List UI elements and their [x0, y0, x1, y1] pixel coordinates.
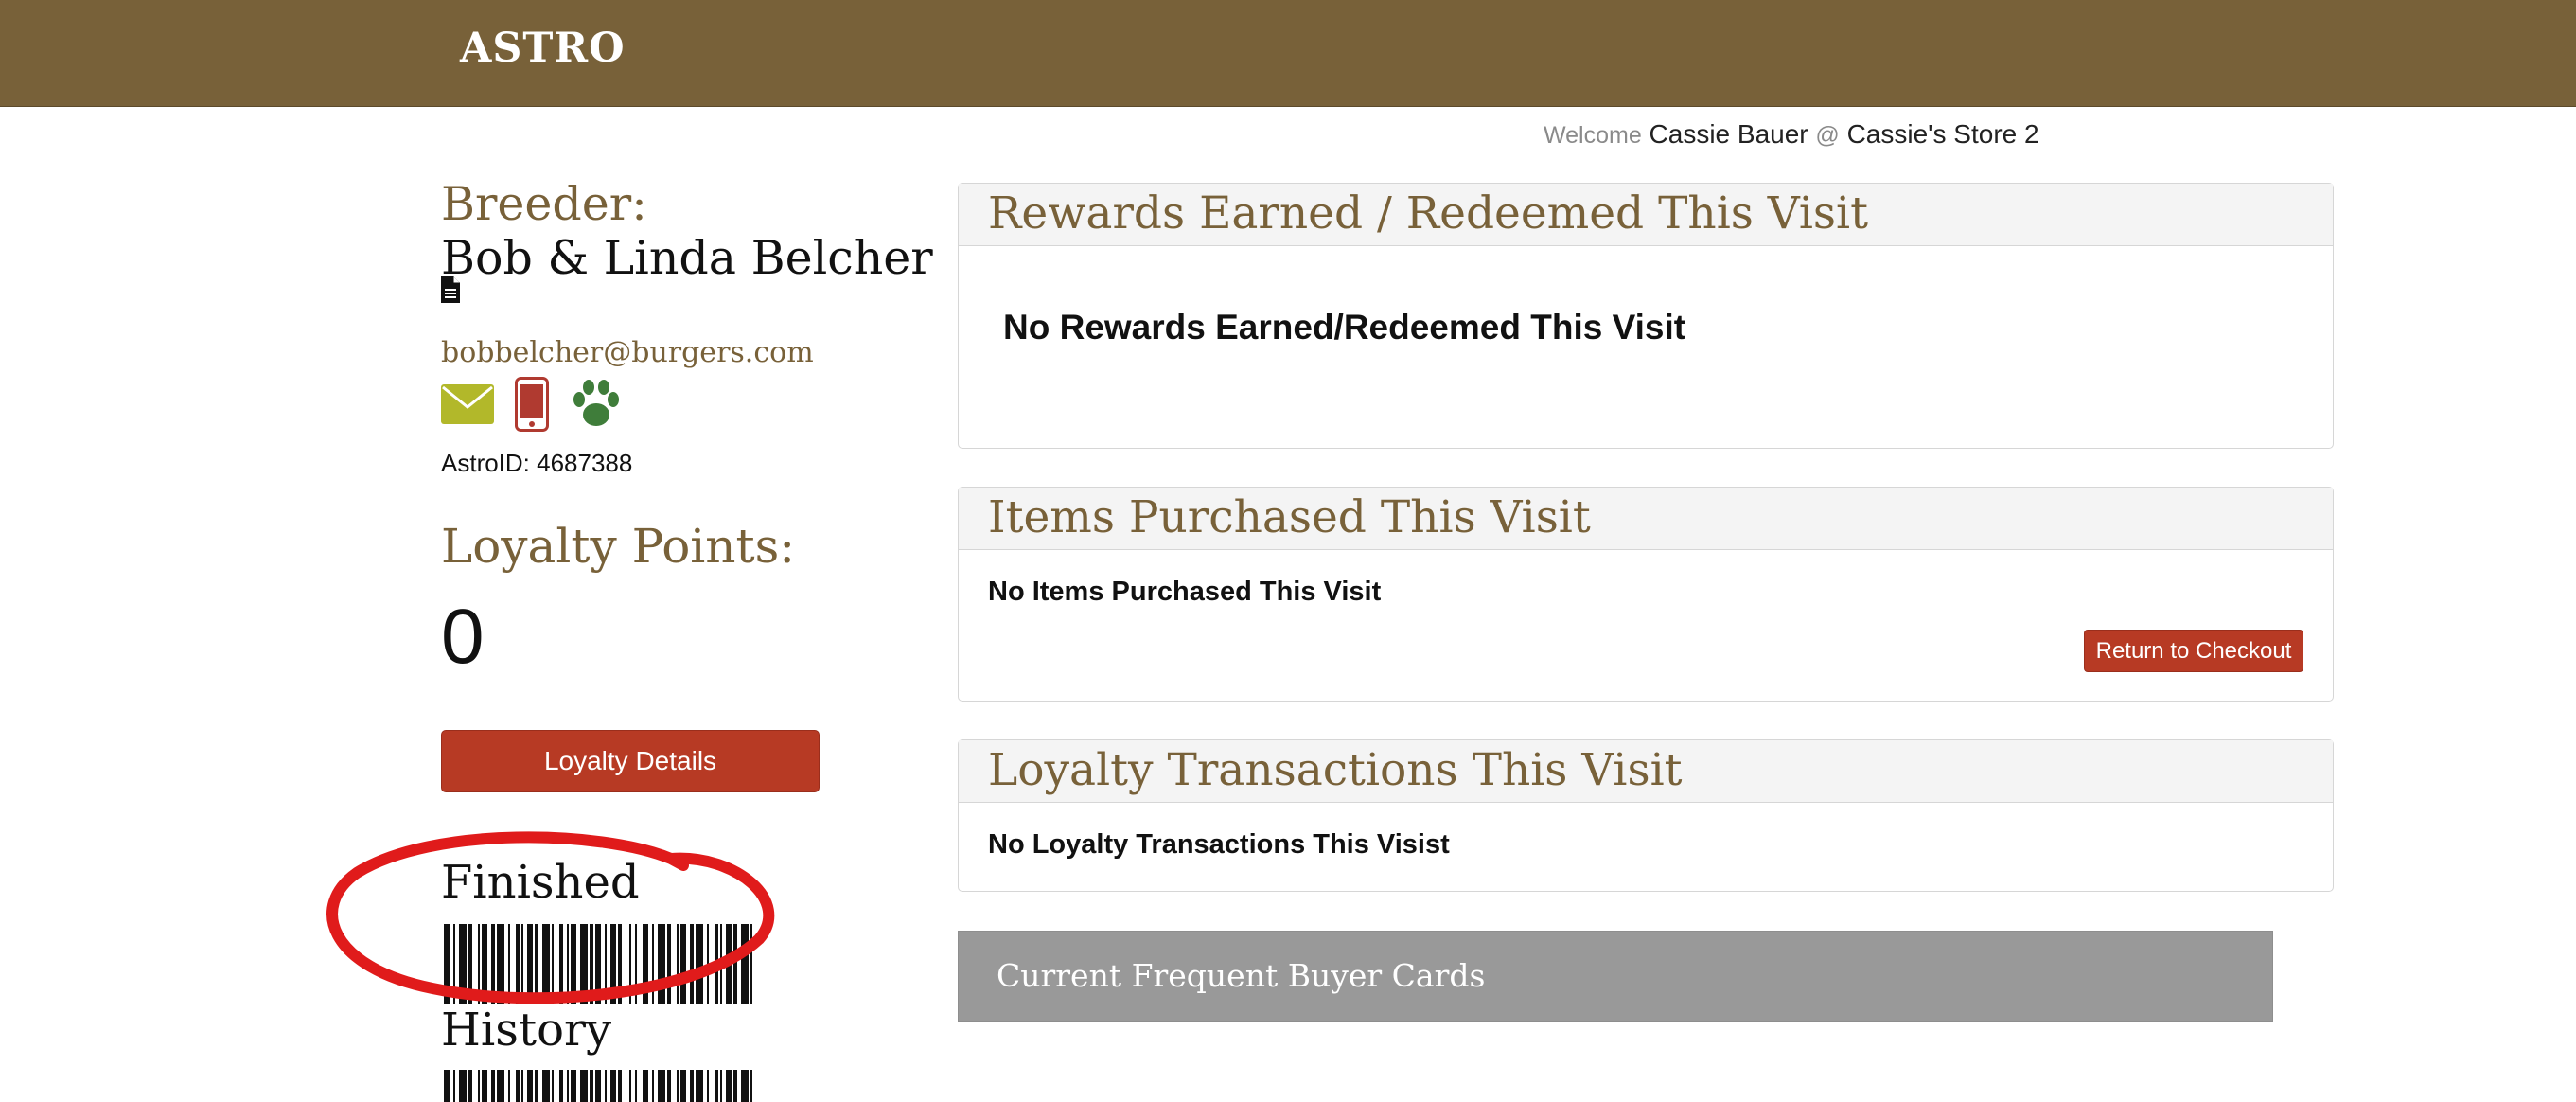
transactions-panel: Loyalty Transactions This Visit No Loyal…: [958, 739, 2334, 892]
breeder-label: Breeder:: [441, 177, 647, 231]
document-icon[interactable]: [441, 276, 460, 303]
welcome-message: Welcome Cassie Bauer @ Cassie's Store 2: [1544, 119, 2039, 150]
welcome-prefix: Welcome: [1544, 122, 1642, 149]
customer-email[interactable]: bobbelcher@burgers.com: [441, 336, 814, 369]
astro-logo[interactable]: ASTRO: [460, 25, 626, 72]
paw-icon[interactable]: [570, 379, 623, 435]
transactions-empty-message: No Loyalty Transactions This Visist: [988, 829, 1450, 860]
mobile-phone-icon[interactable]: [515, 377, 549, 436]
welcome-at: @: [1815, 122, 1840, 149]
rewards-panel-title: Rewards Earned / Redeemed This Visit: [959, 184, 2333, 246]
envelope-icon[interactable]: [441, 384, 494, 429]
transactions-panel-title: Loyalty Transactions This Visit: [959, 740, 2333, 803]
loyalty-points-label: Loyalty Points:: [441, 519, 796, 574]
customer-name: Bob & Linda Belcher: [441, 231, 933, 285]
astro-id: AstroID: 4687388: [441, 449, 633, 477]
items-empty-message: No Items Purchased This Visit: [988, 577, 1382, 607]
frequent-buyer-cards-header[interactable]: Current Frequent Buyer Cards: [958, 931, 2273, 1022]
history-card-label: History: [441, 1004, 612, 1057]
top-nav-bar: ASTRO: [0, 0, 2576, 107]
history-barcode[interactable]: [444, 1070, 758, 1102]
items-panel-title: Items Purchased This Visit: [959, 488, 2333, 550]
welcome-user: Cassie Bauer: [1649, 119, 1808, 149]
loyalty-points-value: 0: [441, 594, 485, 680]
rewards-panel: Rewards Earned / Redeemed This Visit No …: [958, 183, 2334, 449]
finished-card-section: Finished: [319, 826, 783, 1007]
annotation-circle: [326, 831, 775, 1004]
rewards-empty-message: No Rewards Earned/Redeemed This Visit: [1003, 308, 1686, 347]
return-to-checkout-button[interactable]: Return to Checkout: [2084, 630, 2303, 672]
loyalty-details-button[interactable]: Loyalty Details: [441, 730, 820, 792]
items-panel: Items Purchased This Visit No Items Purc…: [958, 487, 2334, 702]
welcome-store: Cassie's Store 2: [1846, 119, 2039, 149]
